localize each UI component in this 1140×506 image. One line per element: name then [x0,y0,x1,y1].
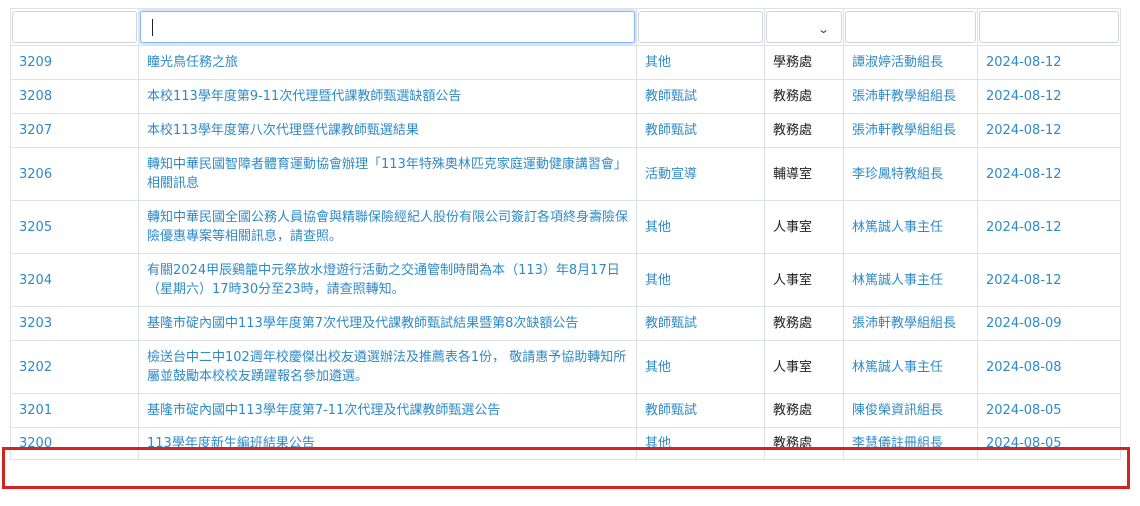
table-row: 3208 本校113學年度第9-11次代理暨代課教師甄選缺額公告 教師甄試 教務… [10,79,1121,114]
row-author[interactable]: 譚淑婷活動組長 [843,45,978,80]
row-office: 教務處 [764,79,844,114]
row-office: 人事室 [764,200,844,254]
chevron-down-icon: ⌄ [817,23,830,36]
table-row: 3202 檢送台中二中102週年校慶傑出校友遴選辦法及推薦表各1份， 敬請惠予協… [10,340,1121,394]
row-author[interactable]: 張沛軒教學組組長 [843,306,978,341]
row-date[interactable]: 2024-08-12 [977,113,1121,148]
office-filter-select[interactable]: ⌄ [766,11,842,43]
table-row: 3203 基隆市碇內國中113學年度第7次代理及代課教師甄試結果暨第8次缺額公告… [10,306,1121,341]
row-id[interactable]: 3200 [10,427,139,460]
row-category[interactable]: 教師甄試 [636,306,765,341]
category-filter-input[interactable] [638,11,763,43]
row-author[interactable]: 陳俊榮資訊組長 [843,393,978,428]
row-date[interactable]: 2024-08-12 [977,147,1121,201]
row-id[interactable]: 3204 [10,253,139,307]
row-author[interactable]: 林篤誠人事主任 [843,253,978,307]
announcements-table: ⌄ 3209 瞳光鳥任務之旅 其他 學務處 譚淑婷活動組長 2024-08-12… [10,8,1121,460]
row-category[interactable]: 其他 [636,45,765,80]
row-category[interactable]: 活動宣導 [636,147,765,201]
row-id[interactable]: 3205 [10,200,139,254]
date-filter-input[interactable] [979,11,1119,43]
row-title-link[interactable]: 瞳光鳥任務之旅 [138,45,637,80]
author-filter-input[interactable] [845,11,976,43]
table-row: 3204 有關2024甲辰鷄籠中元祭放水燈遊行活動之交通管制時間為本（113）年… [10,253,1121,307]
row-date[interactable]: 2024-08-12 [977,45,1121,80]
row-office: 人事室 [764,253,844,307]
row-author[interactable]: 張沛軒教學組組長 [843,79,978,114]
table-row: 3205 轉知中華民國全國公務人員協會與精聯保險經紀人股份有限公司簽訂各項終身壽… [10,200,1121,254]
row-date[interactable]: 2024-08-08 [977,340,1121,394]
row-id[interactable]: 3209 [10,45,139,80]
row-date[interactable]: 2024-08-05 [977,427,1121,460]
table-row: 3207 本校113學年度第八次代理暨代課教師甄選結果 教師甄試 教務處 張沛軒… [10,113,1121,148]
row-office: 人事室 [764,340,844,394]
table-row-highlighted: 3200 113學年度新生編班結果公告 其他 教務處 李慧儀註冊組長 2024-… [10,427,1121,460]
row-office: 學務處 [764,45,844,80]
row-office: 輔導室 [764,147,844,201]
row-date[interactable]: 2024-08-12 [977,253,1121,307]
row-id[interactable]: 3208 [10,79,139,114]
text-cursor [152,19,153,36]
row-author[interactable]: 林篤誠人事主任 [843,340,978,394]
row-category[interactable]: 其他 [636,427,765,460]
row-office: 教務處 [764,113,844,148]
row-title-link[interactable]: 基隆市碇內國中113學年度第7-11次代理及代課教師甄選公告 [138,393,637,428]
row-author[interactable]: 李慧儀註冊組長 [843,427,978,460]
row-id[interactable]: 3202 [10,340,139,394]
filter-row: ⌄ [10,8,1121,46]
table-row: 3209 瞳光鳥任務之旅 其他 學務處 譚淑婷活動組長 2024-08-12 [10,45,1121,80]
row-office: 教務處 [764,393,844,428]
row-id[interactable]: 3201 [10,393,139,428]
table-row: 3206 轉知中華民國智障者體育運動協會辦理「113年特殊奧林匹克家庭運動健康講… [10,147,1121,201]
row-category[interactable]: 其他 [636,253,765,307]
row-title-link[interactable]: 本校113學年度第9-11次代理暨代課教師甄選缺額公告 [138,79,637,114]
row-category[interactable]: 教師甄試 [636,113,765,148]
row-date[interactable]: 2024-08-12 [977,79,1121,114]
row-category[interactable]: 教師甄試 [636,393,765,428]
row-title-link[interactable]: 轉知中華民國智障者體育運動協會辦理「113年特殊奧林匹克家庭運動健康講習會」相關… [138,147,637,201]
row-date[interactable]: 2024-08-09 [977,306,1121,341]
row-title-link[interactable]: 有關2024甲辰鷄籠中元祭放水燈遊行活動之交通管制時間為本（113）年8月17日… [138,253,637,307]
row-office: 教務處 [764,427,844,460]
row-category[interactable]: 教師甄試 [636,79,765,114]
row-author[interactable]: 林篤誠人事主任 [843,200,978,254]
table-row: 3201 基隆市碇內國中113學年度第7-11次代理及代課教師甄選公告 教師甄試… [10,393,1121,428]
id-filter-input[interactable] [12,11,137,43]
row-date[interactable]: 2024-08-12 [977,200,1121,254]
row-author[interactable]: 李珍鳳特教組長 [843,147,978,201]
row-title-link[interactable]: 113學年度新生編班結果公告 [138,427,637,460]
row-category[interactable]: 其他 [636,200,765,254]
title-filter-input[interactable] [140,11,635,43]
row-office: 教務處 [764,306,844,341]
row-date[interactable]: 2024-08-05 [977,393,1121,428]
row-title-link[interactable]: 基隆市碇內國中113學年度第7次代理及代課教師甄試結果暨第8次缺額公告 [138,306,637,341]
row-title-link[interactable]: 轉知中華民國全國公務人員協會與精聯保險經紀人股份有限公司簽訂各項終身壽險保險優惠… [138,200,637,254]
row-title-link[interactable]: 本校113學年度第八次代理暨代課教師甄選結果 [138,113,637,148]
row-title-link[interactable]: 檢送台中二中102週年校慶傑出校友遴選辦法及推薦表各1份， 敬請惠予協助轉知所屬… [138,340,637,394]
row-id[interactable]: 3203 [10,306,139,341]
row-id[interactable]: 3207 [10,113,139,148]
row-id[interactable]: 3206 [10,147,139,201]
row-author[interactable]: 張沛軒教學組組長 [843,113,978,148]
row-category[interactable]: 其他 [636,340,765,394]
